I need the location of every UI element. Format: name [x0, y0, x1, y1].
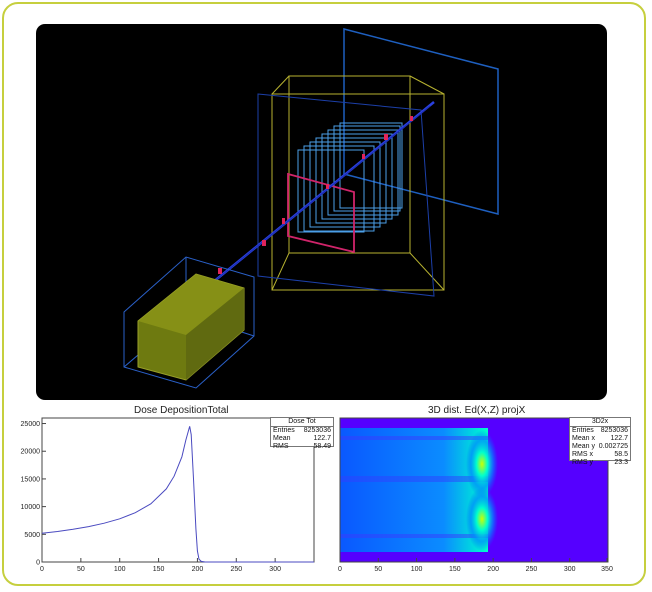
dose-x-tick-label: 300 [269, 566, 281, 573]
projx-x-tick-label: 250 [526, 566, 538, 573]
dose-x-tick-label: 250 [230, 566, 242, 573]
dose-stats-row: Mean 122.7 [273, 435, 331, 442]
screen-plane [343, 28, 499, 215]
projx-x-tick-label: 350 [601, 566, 613, 573]
app-frame: Dose DepositionTotal 25000 20000 15000 1000… [2, 2, 646, 586]
dose-x-tick-label: 100 [114, 566, 126, 573]
dose-plot-title: Dose DepositionTotal [134, 405, 229, 416]
projx-stats-row: RMS x 58.5 [572, 451, 628, 458]
projx-stats-row: Mean x 122.7 [572, 435, 628, 442]
dose-stats-row: Entries 8253036 [273, 427, 331, 434]
projx-plot-title: 3D dist. Ed(X,Z) projX [428, 405, 526, 416]
dose-x-tick-label: 200 [192, 566, 204, 573]
dose-stats-box: Dose Tot Entries 8253036 Mean 122.7 RMS 58.… [270, 417, 334, 450]
dose-stats-name: Dose Tot [271, 418, 333, 427]
detector-geometry-drawing [123, 28, 499, 389]
projx-x-tick-label: 0 [338, 566, 342, 573]
dose-y-tick-label: 25000 [21, 421, 41, 428]
projx-x-tick-label: 200 [487, 566, 499, 573]
heatmap-band [340, 428, 488, 552]
dose-y-tick-label: 15000 [21, 476, 41, 483]
dose-x-tick-label: 50 [77, 566, 85, 573]
projx-x-tick-label: 300 [564, 566, 576, 573]
projx-x-tick-label: 100 [411, 566, 423, 573]
projx-stats-box: 3D2x Entries 8253036 Mean x 122.7 Mean y 0.… [569, 417, 631, 466]
projx-x-tick-label: 150 [449, 566, 461, 573]
projx-stats-row: RMS y 23.3 [572, 459, 628, 466]
projx-stats-row: Entries 8253036 [572, 427, 628, 434]
projx-stats-name: 3D2x [570, 418, 630, 427]
heatmap-hotspot-lower [466, 487, 498, 551]
projx-x-tick-label: 50 [374, 566, 382, 573]
dose-x-tick-label: 150 [153, 566, 165, 573]
projx-stats-row: Mean y 0.002725 [572, 443, 628, 450]
dose-x-tick-label: 0 [40, 566, 44, 573]
dose-y-tick-label: 5000 [24, 532, 40, 539]
dose-y-tick-label: 10000 [21, 504, 41, 511]
dose-y-tick-label: 20000 [21, 449, 41, 456]
dose-stats-row: RMS 58.49 [273, 443, 331, 450]
geometry-3d-viewer[interactable] [36, 24, 607, 400]
